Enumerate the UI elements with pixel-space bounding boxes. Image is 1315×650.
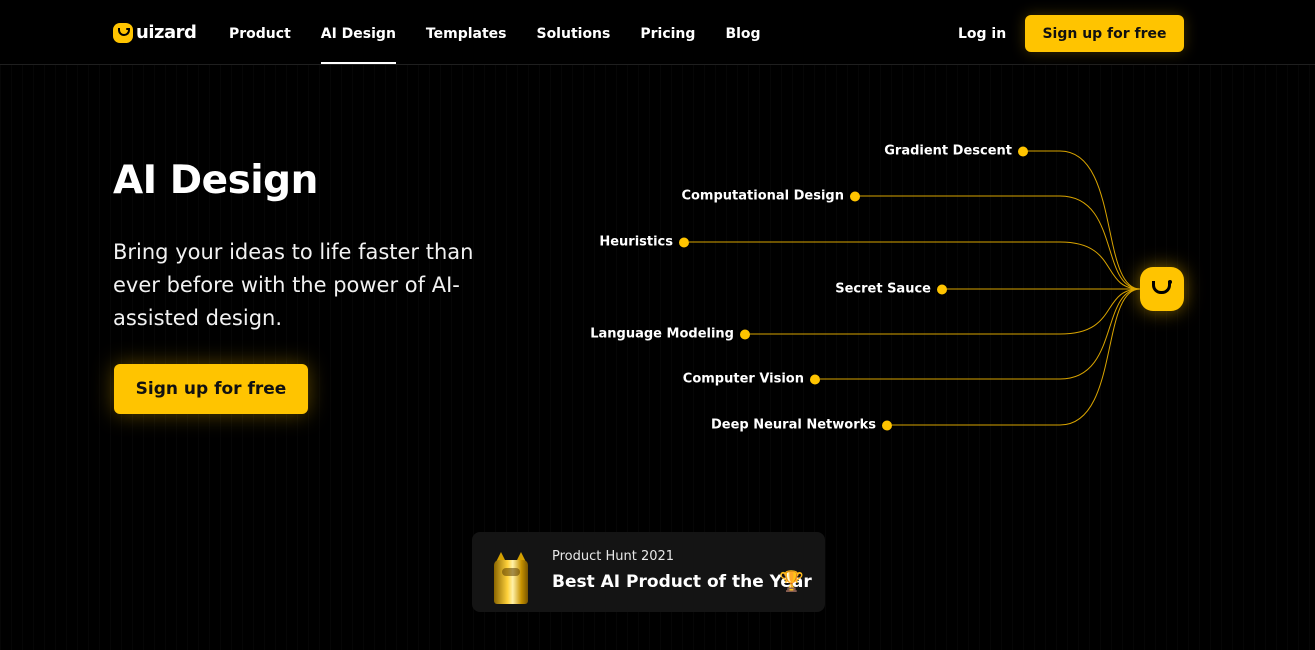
nav-link-ai-design[interactable]: AI Design bbox=[320, 0, 397, 64]
node-dot-icon bbox=[1018, 146, 1028, 156]
node-dot-icon bbox=[850, 191, 860, 201]
award-title: Best AI Product of the Year bbox=[552, 572, 812, 592]
login-link[interactable]: Log in bbox=[958, 26, 1006, 42]
connector-line bbox=[892, 288, 1141, 426]
node-dot-icon bbox=[937, 284, 947, 294]
uizard-logo-icon bbox=[113, 22, 133, 43]
node-dot-icon bbox=[810, 374, 820, 384]
top-navigation: uizard Product AI Design Templates Solut… bbox=[0, 0, 1315, 65]
product-hunt-award[interactable]: Product Hunt 2021 Best AI Product of the… bbox=[472, 532, 825, 612]
nav-link-blog[interactable]: Blog bbox=[725, 0, 760, 64]
diagram-node: Heuristics bbox=[599, 235, 689, 250]
connector-line bbox=[1022, 150, 1141, 290]
nav-link-pricing[interactable]: Pricing bbox=[640, 0, 695, 64]
page-title: AI Design bbox=[113, 158, 318, 203]
brand-name: uizard bbox=[136, 22, 197, 43]
node-label: Gradient Descent bbox=[884, 143, 1012, 159]
golden-kitty-icon bbox=[494, 552, 528, 604]
nav-link-product[interactable]: Product bbox=[229, 0, 291, 64]
hero-subtitle: Bring your ideas to life faster than eve… bbox=[113, 240, 474, 330]
nav-link-templates[interactable]: Templates bbox=[426, 0, 507, 64]
node-label: Heuristics bbox=[599, 234, 673, 250]
diagram-node: Computer Vision bbox=[683, 372, 820, 387]
nav-links: Product AI Design Templates Solutions Pr… bbox=[229, 0, 791, 64]
diagram-node: Computational Design bbox=[681, 189, 860, 204]
brand-logo[interactable]: uizard bbox=[113, 22, 197, 43]
nav-link-solutions[interactable]: Solutions bbox=[536, 0, 610, 64]
node-label: Computational Design bbox=[681, 188, 844, 204]
diagram-node: Language Modeling bbox=[590, 327, 750, 342]
hero-signup-button[interactable]: Sign up for free bbox=[114, 364, 308, 414]
node-label: Computer Vision bbox=[682, 371, 804, 387]
diagram-node: Deep Neural Networks bbox=[711, 418, 892, 433]
node-label: Deep Neural Networks bbox=[710, 417, 876, 433]
uizard-hub-icon bbox=[1140, 267, 1184, 311]
ai-features-diagram: Gradient Descent Computational Design He… bbox=[560, 120, 1240, 450]
trophy-icon: 🏆 bbox=[779, 569, 804, 593]
award-subtitle: Product Hunt 2021 bbox=[552, 549, 675, 564]
diagram-node: Gradient Descent bbox=[884, 144, 1028, 159]
node-dot-icon bbox=[882, 420, 892, 430]
nav-signup-button[interactable]: Sign up for free bbox=[1025, 15, 1184, 52]
node-label: Secret Sauce bbox=[835, 281, 931, 297]
node-dot-icon bbox=[740, 329, 750, 339]
node-dot-icon bbox=[679, 237, 689, 247]
node-label: Language Modeling bbox=[590, 326, 734, 342]
diagram-node: Secret Sauce bbox=[835, 282, 947, 297]
